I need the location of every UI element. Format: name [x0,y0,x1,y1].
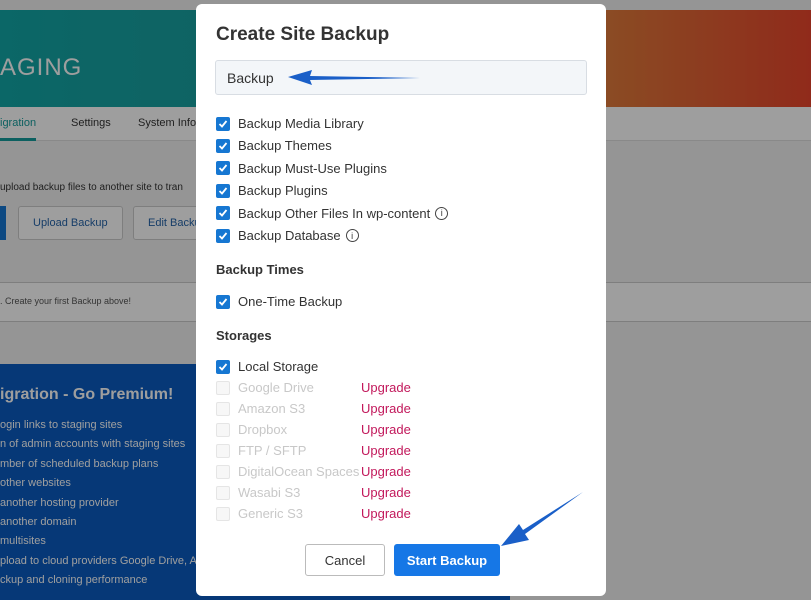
backup-option[interactable]: Backup Themes [216,138,332,153]
checkbox[interactable] [216,443,230,458]
storage-option[interactable]: Wasabi S3 [216,485,300,500]
checkbox[interactable] [216,464,230,479]
checkbox[interactable] [216,401,230,416]
info-icon[interactable]: i [435,206,449,220]
option-label: Wasabi S3 [238,485,301,500]
dialog-title: Create Site Backup [216,24,390,45]
start-backup-button[interactable]: Start Backup [394,544,500,576]
upgrade-link[interactable]: Upgrade [361,443,411,458]
option-label: Backup Other Files In wp-content [238,205,431,221]
option-label: Backup Database [238,228,341,243]
storage-option[interactable]: Amazon S3 [216,401,305,416]
storage-option[interactable]: Google Drive [216,380,314,395]
option-label: Backup Themes [238,138,332,154]
upgrade-link[interactable]: Upgrade [361,380,411,395]
checkbox[interactable] [216,380,230,395]
option-label: DigitalOcean Spaces [238,464,360,479]
backup-option[interactable]: Backup Media Library [216,116,364,131]
checkbox[interactable] [216,422,230,437]
upgrade-link[interactable]: Upgrade [361,506,411,521]
backup-time-option[interactable]: One-Time Backup [216,294,342,309]
checkbox[interactable] [216,183,230,198]
checkbox[interactable] [216,138,230,153]
option-label: Backup Must-Use Plugins [238,160,387,176]
storage-option[interactable]: Local Storage [216,359,318,374]
info-icon[interactable]: i [345,229,359,242]
backup-option[interactable]: Backup Database i [216,228,359,243]
checkbox[interactable] [216,506,230,521]
option-label: One-Time Backup [238,294,343,309]
storage-option[interactable]: FTP / SFTP [216,443,306,458]
option-label: Local Storage [238,359,319,374]
option-label: FTP / SFTP [238,443,307,458]
checkbox[interactable] [216,161,230,176]
option-label: Backup Plugins [238,183,328,199]
backup-name-input[interactable] [215,60,587,95]
backup-option[interactable]: Backup Plugins [216,183,328,198]
option-label: Backup Media Library [238,116,364,131]
backup-option[interactable]: Backup Other Files In wp-content i [216,205,449,221]
option-label: Google Drive [238,380,314,395]
checkbox[interactable] [216,206,230,221]
checkbox[interactable] [216,485,230,500]
upgrade-link[interactable]: Upgrade [361,485,411,500]
upgrade-link[interactable]: Upgrade [361,464,411,479]
option-label: Generic S3 [238,506,304,521]
create-backup-dialog: Create Site Backup Backup Media Library B… [196,4,606,596]
checkbox[interactable] [216,359,230,374]
backup-option[interactable]: Backup Must-Use Plugins [216,161,387,176]
option-label: Dropbox [238,422,288,437]
upgrade-link[interactable]: Upgrade [361,422,411,437]
storage-option[interactable]: Generic S3 [216,506,303,521]
upgrade-link[interactable]: Upgrade [361,401,411,416]
cancel-button[interactable]: Cancel [305,544,385,576]
storage-option[interactable]: Dropbox [216,422,287,437]
storage-option[interactable]: DigitalOcean Spaces [216,464,359,479]
checkbox[interactable] [216,294,230,309]
option-label: Amazon S3 [238,401,306,416]
storages-heading: Storages [216,328,272,343]
checkbox[interactable] [216,228,230,243]
backup-times-heading: Backup Times [216,262,304,277]
checkbox[interactable] [216,116,230,131]
